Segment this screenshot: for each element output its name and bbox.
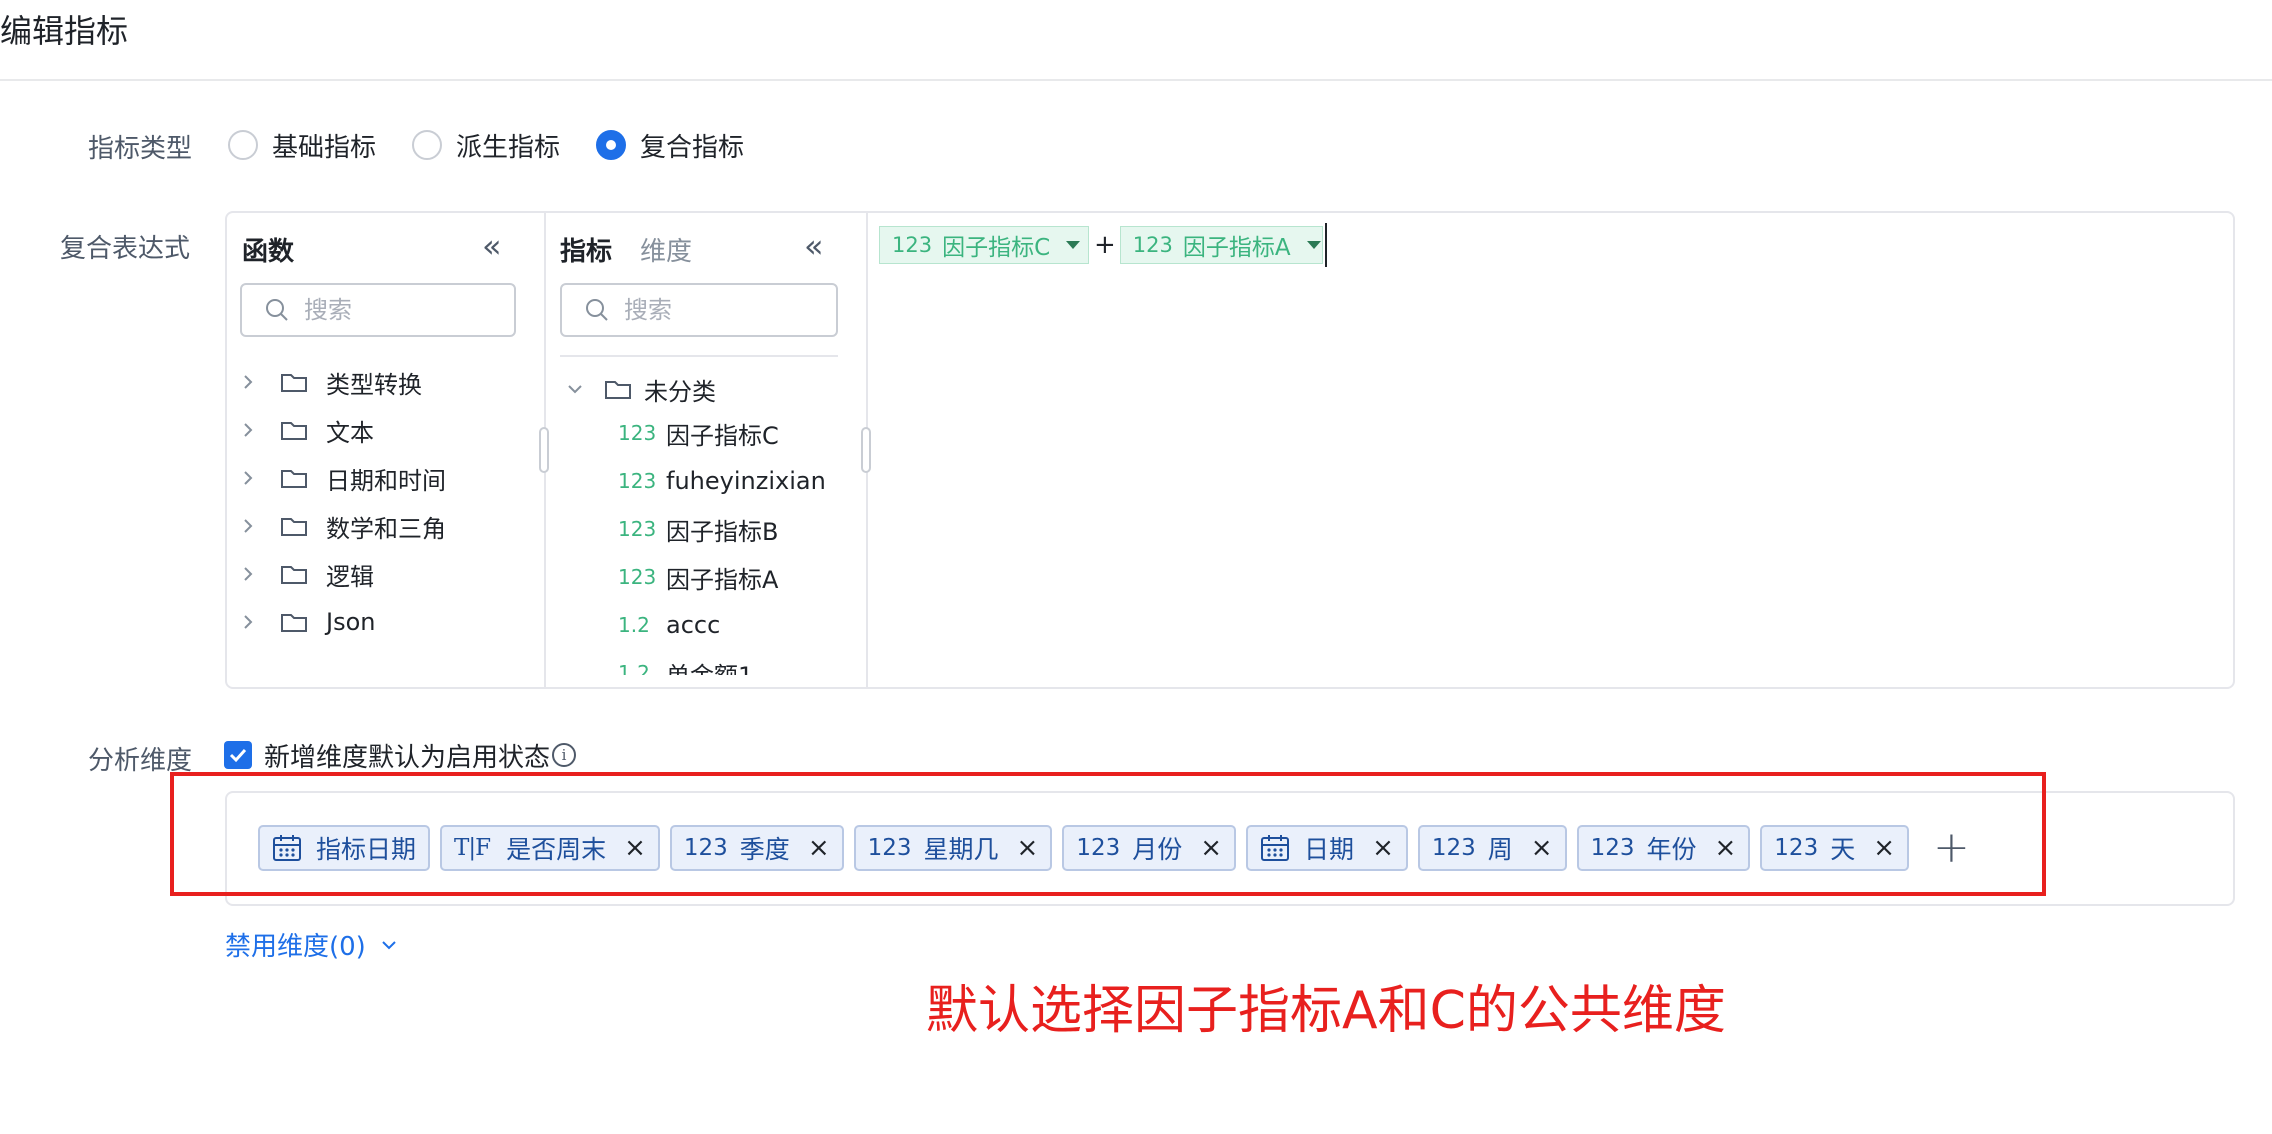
collapse-metrics-icon[interactable]: « [804,230,824,262]
metric-item[interactable]: 123 因子指标A [618,557,778,597]
header-divider [0,79,2272,81]
function-folder-label: 逻辑 [326,562,374,591]
metrics-search-box[interactable] [560,283,838,337]
radio-label: 复合指标 [640,132,745,163]
chevron-right-icon [242,373,262,391]
default-enabled-checkbox[interactable] [224,741,252,769]
number-type-icon: 123 [1132,233,1173,257]
function-folder[interactable]: 数学和三角 [242,506,446,546]
metric-list: 123 因子指标C 123 fuheyinzixian... 123 因子指标B… [618,413,828,675]
chevron-right-icon [242,517,262,535]
chevron-down-icon [566,383,586,395]
expression-metric-name: 因子指标C [942,235,1051,261]
checkbox-label: 新增维度默认为启用状态 [264,742,551,773]
function-folder-label: 日期和时间 [326,466,446,495]
metric-item-label: fuheyinzixian... [666,467,828,495]
radio-label: 派生指标 [456,132,561,163]
metric-item-label: 因子指标B [666,517,779,546]
function-folder[interactable]: 日期和时间 [242,458,446,498]
chevron-right-icon [242,613,262,631]
chevron-right-icon [242,469,262,487]
radio-circle-unchecked[interactable] [412,130,443,160]
metric-item[interactable]: 1.2 单金额1 [618,653,753,675]
expression-editor: 函数 « 类型转换 文本 日期和时间 数学和三角 逻辑 Json 指标 维度 « [225,211,2235,689]
number-type-icon: 123 [618,469,657,493]
decimal-type-icon: 1.2 [618,661,650,675]
number-type-icon: 123 [618,421,657,445]
resize-handle[interactable] [861,427,871,473]
metrics-search-input[interactable] [622,295,806,325]
function-folder[interactable]: 逻辑 [242,554,374,594]
annotation-text: 默认选择因子指标A和C的公共维度 [926,981,1726,1041]
folder-icon [280,563,308,585]
folder-icon [280,419,308,441]
metric-folder-label: 未分类 [644,377,716,406]
metric-item[interactable]: 123 因子指标B [618,509,778,549]
composite-expression-label: 复合表达式 [60,234,191,264]
caret-down-icon[interactable] [1066,241,1081,249]
radio-label: 基础指标 [272,132,377,163]
number-type-icon: 123 [618,517,657,541]
text-cursor [1324,223,1327,267]
annotation-highlight-box [170,772,2046,896]
tab-dimensions[interactable]: 维度 [640,231,692,268]
function-folder[interactable]: Json [242,602,375,642]
folder-icon [280,515,308,537]
radio-composite-metric[interactable]: 复合指标 [596,127,744,164]
info-icon[interactable]: i [552,743,577,767]
collapse-functions-icon[interactable]: « [482,230,502,262]
function-folder-label: Json [326,608,376,636]
chevron-down-icon [382,940,396,949]
expression-metric-chip[interactable]: 123 因子指标C [879,226,1089,264]
resize-handle[interactable] [539,427,549,473]
metric-type-radio-group: 基础指标 派生指标 复合指标 [228,127,780,163]
metric-item-label: 单金额1 [666,656,753,676]
metric-item-label: 因子指标A [666,565,779,594]
function-folder-label: 文本 [326,418,374,447]
metric-item[interactable]: 123 因子指标C [618,413,779,453]
default-enabled-checkbox-row: 新增维度默认为启用状态 i [224,740,577,773]
expression-operator: + [1094,230,1116,260]
radio-basic-metric[interactable]: 基础指标 [228,127,376,164]
number-type-icon: 123 [892,233,933,257]
radio-derived-metric[interactable]: 派生指标 [412,127,560,164]
caret-down-icon[interactable] [1306,241,1321,249]
metric-item[interactable]: 1.2 accc [618,605,720,645]
radio-circle-unchecked[interactable] [228,130,258,160]
function-folder[interactable]: 类型转换 [242,362,422,402]
folder-icon [280,371,308,393]
metric-type-label: 指标类型 [88,134,193,164]
decimal-type-icon: 1.2 [618,613,650,637]
functions-search-box[interactable] [240,283,516,337]
folder-icon [604,378,632,400]
folder-icon [280,467,308,489]
radio-circle-checked[interactable] [596,130,627,160]
disabled-dimensions-toggle[interactable]: 禁用维度(0) [225,926,398,963]
metrics-search-divider [560,355,838,357]
folder-icon [280,611,308,633]
metric-item-label: 因子指标C [666,421,779,450]
page-title: 编辑指标 [0,12,129,50]
function-folder-label: 数学和三角 [326,514,446,543]
functions-search-input[interactable] [302,295,486,325]
checkmark-icon [229,748,247,763]
metric-item-label: accc [666,611,721,639]
tab-metrics[interactable]: 指标 [560,231,612,268]
chevron-right-icon [242,421,262,439]
function-folder-label: 类型转换 [326,370,422,399]
metric-folder-uncategorized[interactable]: 未分类 [566,369,716,409]
disabled-dimensions-label: 禁用维度(0) [225,932,366,962]
expression-metric-name: 因子指标A [1182,235,1291,261]
search-icon [266,299,288,321]
search-icon [586,299,608,321]
expression-input[interactable]: 123 因子指标C + 123 因子指标A [879,221,1327,269]
chevron-right-icon [242,565,262,583]
function-folder[interactable]: 文本 [242,410,374,450]
number-type-icon: 123 [618,565,657,589]
metric-item[interactable]: 123 fuheyinzixian... [618,461,828,501]
expression-metric-chip[interactable]: 123 因子指标A [1119,226,1323,264]
functions-panel-title: 函数 [242,237,295,267]
